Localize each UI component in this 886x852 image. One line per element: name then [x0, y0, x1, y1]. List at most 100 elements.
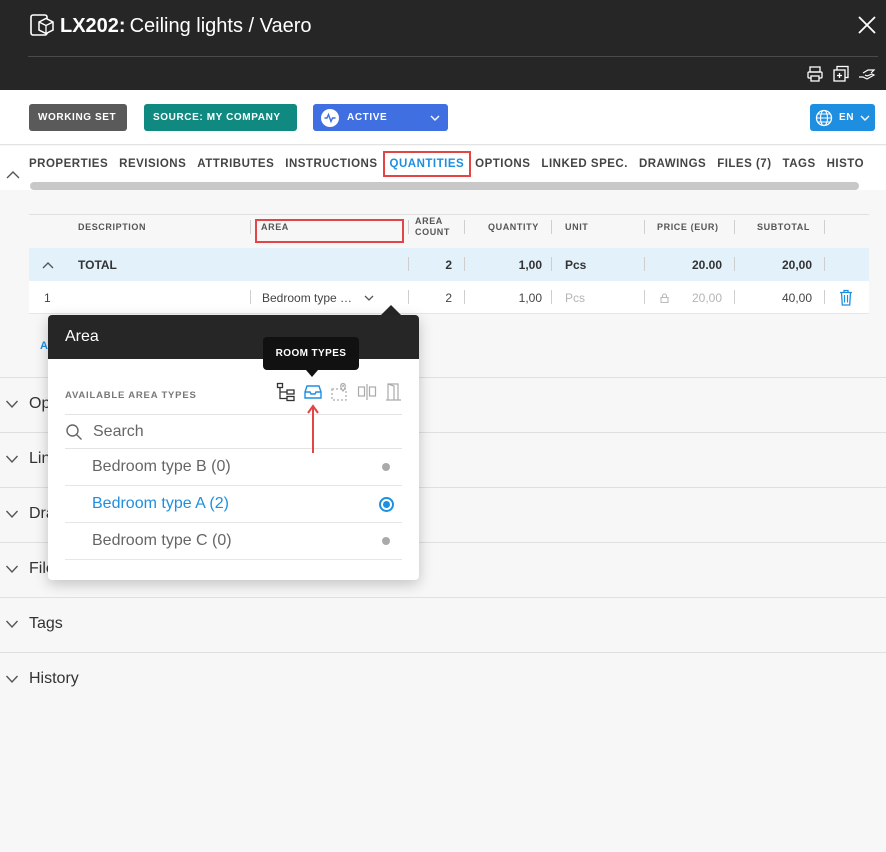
tab-files-7[interactable]: FILES (7) [717, 158, 771, 170]
chevron-up-icon[interactable] [5, 168, 21, 180]
door-type-button[interactable] [383, 381, 404, 403]
working-set-badge[interactable]: WORKING SET [29, 104, 127, 131]
tabs-bar: PROPERTIES REVISIONS ATTRIBUTES INSTRUCTION… [0, 146, 886, 190]
handover-button[interactable] [856, 63, 878, 85]
tab-quantities[interactable]: QUANTITIES [382, 151, 472, 177]
tabs: PROPERTIES REVISIONS ATTRIBUTES INSTRUCTION… [29, 146, 875, 182]
col-area-count-line1: AREA [415, 216, 443, 226]
popover-title: Area [48, 315, 419, 359]
handover-icon [859, 69, 876, 80]
row-index: 1 [44, 290, 51, 305]
chevron-up-icon [42, 262, 54, 269]
area-column-highlight [255, 219, 404, 243]
radio-empty-icon [382, 537, 390, 545]
section-history[interactable]: History [0, 652, 886, 707]
product-code: LX202: [60, 14, 126, 37]
header-title: LX202: Ceiling lights / Vaero [28, 12, 312, 40]
area-option-selected[interactable]: Bedroom type A (2) [65, 486, 402, 523]
tab-instructions[interactable]: INSTRUCTIONS [285, 158, 377, 170]
building-sections-type-button[interactable] [356, 381, 377, 403]
search-icon [66, 424, 82, 440]
tab-options[interactable]: OPTIONS [475, 158, 530, 170]
print-icon [807, 66, 823, 82]
area-option-label: Bedroom type C (0) [92, 532, 232, 549]
area-search [65, 415, 402, 449]
area-type-selector [275, 381, 404, 403]
print-button[interactable] [804, 63, 826, 85]
activity-icon [321, 108, 339, 127]
col-price[interactable]: PRICE (EUR) [657, 215, 719, 239]
lock-icon [660, 281, 669, 314]
tab-drawings[interactable]: DRAWINGS [639, 158, 706, 170]
search-input[interactable] [93, 423, 373, 441]
split-rooms-icon [357, 384, 376, 400]
chevron-down-icon [5, 510, 19, 519]
tab-properties[interactable]: PROPERTIES [29, 158, 108, 170]
source-badge[interactable]: SOURCE: MY COMPANY [144, 104, 297, 131]
language-label: EN [839, 112, 855, 123]
chevron-down-icon [5, 400, 19, 409]
header-divider [28, 56, 878, 57]
globe-icon [815, 109, 833, 126]
hierarchy-type-button[interactable] [275, 381, 296, 403]
section-label: Tags [29, 615, 63, 632]
area-option-label: Bedroom type A (2) [92, 495, 229, 512]
add-document-button[interactable] [830, 63, 852, 85]
tab-revisions[interactable]: REVISIONS [119, 158, 186, 170]
total-unit: Pcs [565, 257, 587, 272]
room-types-tooltip: ROOM TYPES [263, 337, 359, 370]
col-unit[interactable]: UNIT [565, 215, 588, 239]
product-title: Ceiling lights / Vaero [129, 14, 312, 37]
col-quantity[interactable]: QUANTITY [488, 215, 539, 239]
area-option[interactable]: Bedroom type B (0) [65, 449, 402, 486]
annotation-arrow-icon [307, 404, 319, 453]
add-document-icon [833, 65, 849, 82]
chevron-down-icon [860, 115, 870, 121]
area-popover: Area AVAILABLE AREA TYPES Search Bedroom… [48, 315, 419, 580]
total-row: TOTAL 2 1,00 Pcs 20.00 20,00 [29, 248, 869, 281]
tab-attributes[interactable]: ATTRIBUTES [197, 158, 274, 170]
chevron-down-icon [430, 115, 440, 121]
radio-selected-icon [379, 496, 394, 512]
row-unit: Pcs [565, 290, 586, 305]
product-cube-icon [30, 14, 54, 36]
tab-linked-spec[interactable]: LINKED SPEC. [541, 158, 628, 170]
table-row[interactable]: 1 Bedroom type … 2 1,00 Pcs 20,00 40,00 [29, 281, 869, 314]
header-toolbar [804, 63, 878, 85]
area-option[interactable]: Bedroom type C (0) [65, 523, 402, 560]
room-types-button[interactable] [302, 381, 323, 403]
tabs-scrollbar[interactable] [30, 182, 859, 190]
section-tags[interactable]: Tags [0, 597, 886, 652]
col-area-count[interactable]: AREA COUNT [415, 215, 450, 239]
status-label: ACTIVE [347, 112, 388, 123]
radio-empty-icon [382, 463, 390, 471]
modal-header: LX202: Ceiling lights / Vaero [0, 0, 886, 90]
location-zone-type-button[interactable] [329, 381, 350, 403]
col-subtotal[interactable]: SUBTOTAL [757, 215, 810, 239]
chevron-down-icon [5, 675, 19, 684]
row-area-value: Bedroom type … [262, 290, 353, 305]
available-area-types-label: AVAILABLE AREA TYPES [65, 390, 197, 401]
add-row-link[interactable]: A [40, 340, 48, 352]
total-quantity: 1,00 [518, 257, 542, 272]
chevron-down-icon [5, 620, 19, 629]
tab-histo[interactable]: HISTO [827, 158, 864, 170]
row-quantity[interactable]: 1,00 [519, 281, 542, 314]
section-label: History [29, 670, 79, 687]
close-icon[interactable] [856, 14, 878, 36]
tab-tags[interactable]: TAGS [783, 158, 816, 170]
area-option-label: Bedroom type B (0) [92, 458, 231, 475]
row-price: 20,00 [691, 290, 722, 305]
row-area-select[interactable]: Bedroom type … [262, 281, 374, 314]
collapse-total-button[interactable] [41, 248, 55, 281]
door-icon [385, 383, 401, 401]
chevron-down-icon [5, 565, 19, 574]
col-area-count-line2: COUNT [415, 227, 450, 237]
status-dropdown[interactable]: ACTIVE [313, 104, 448, 131]
delete-row-button[interactable] [838, 281, 854, 314]
col-description[interactable]: DESCRIPTION [78, 215, 146, 239]
total-label: TOTAL [78, 257, 117, 272]
row-subtotal: 40,00 [781, 290, 812, 305]
total-price: 20.00 [691, 257, 722, 272]
language-dropdown[interactable]: EN [810, 104, 875, 131]
